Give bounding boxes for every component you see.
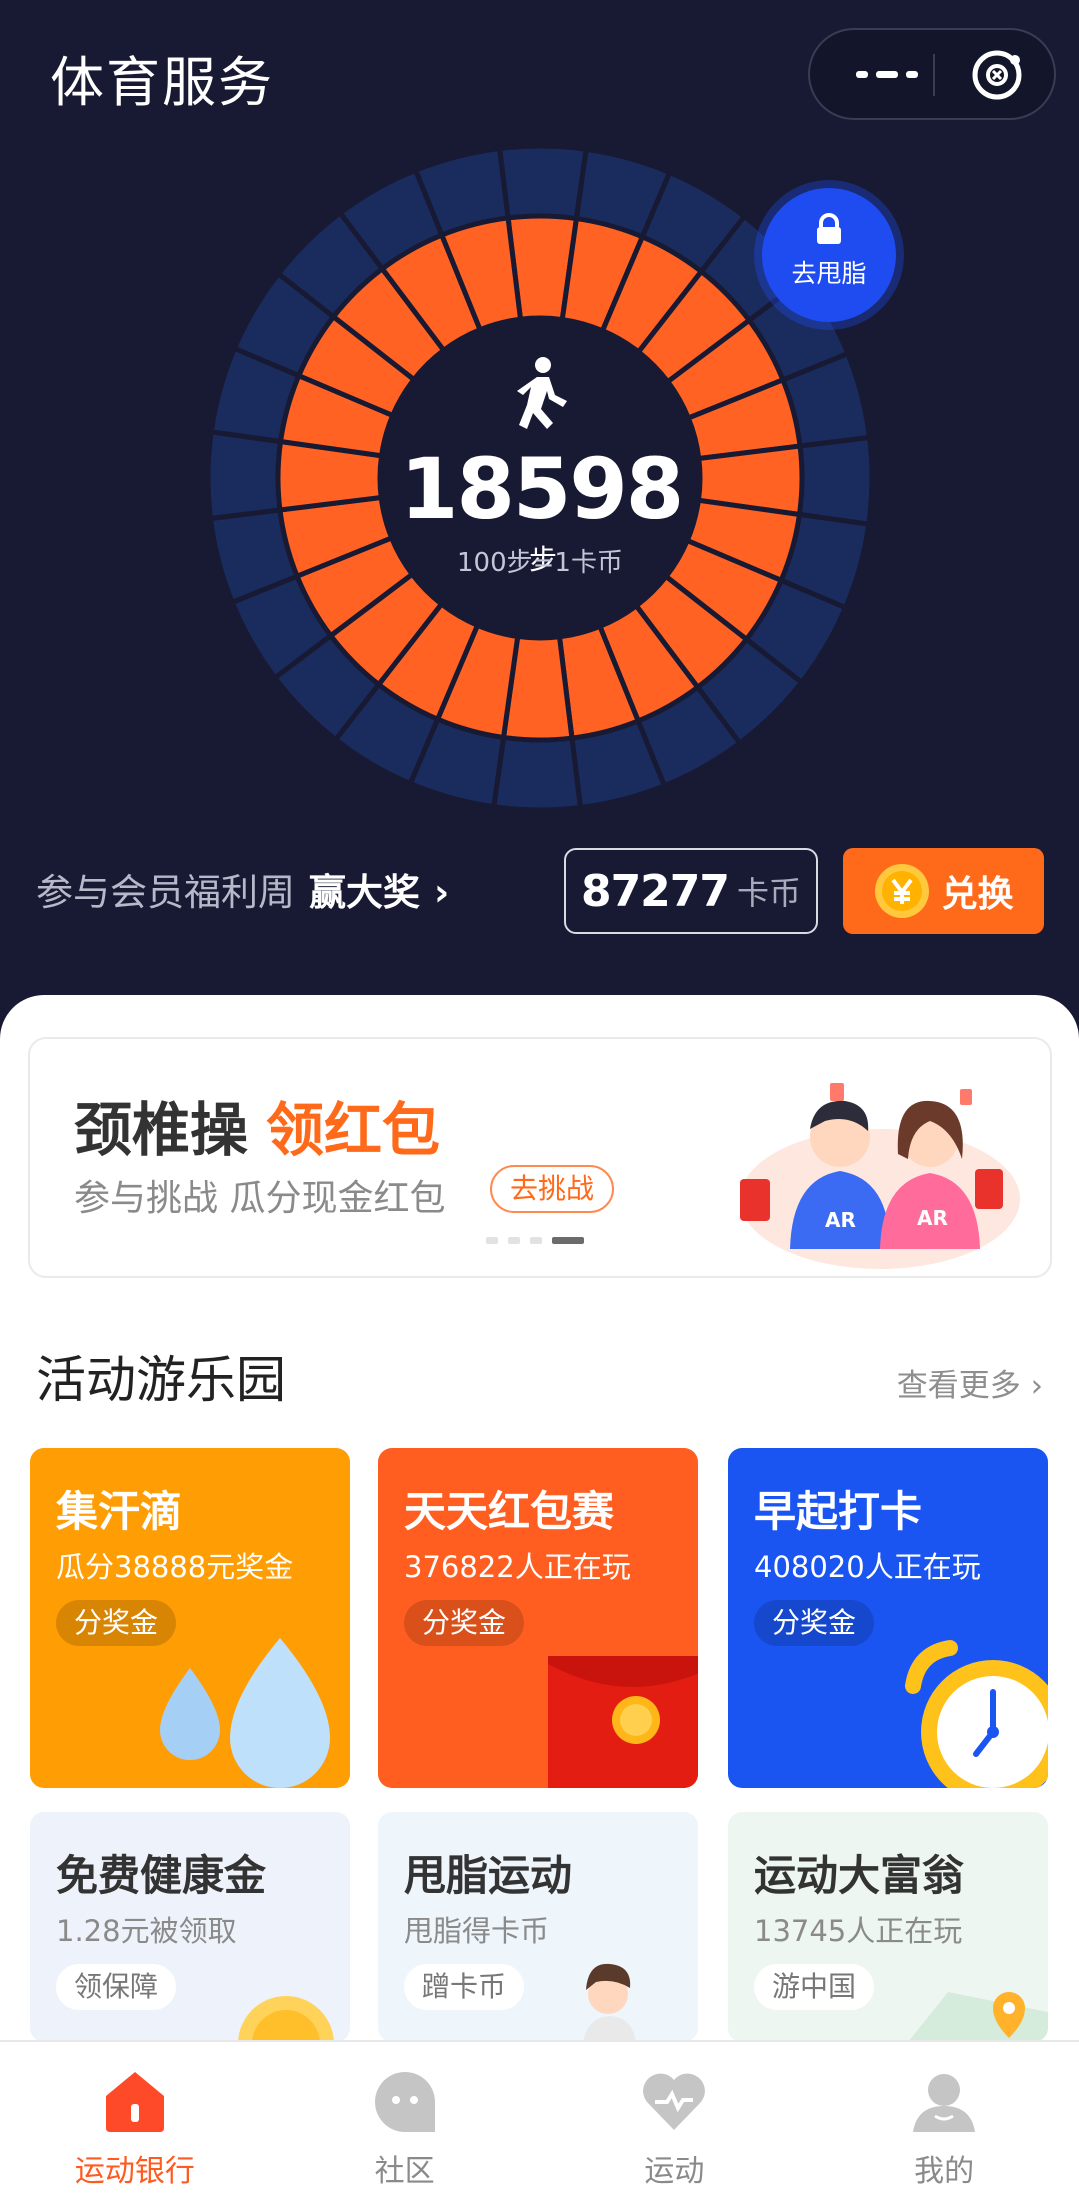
tab-label: 运动: [644, 2154, 705, 2189]
ring-outer-segment: [496, 143, 590, 226]
neck-exercise-banner[interactable]: 颈椎操 领红包 参与挑战 瓜分现金红包 去挑战 AR AR: [28, 1037, 1052, 1278]
card-sweat-drops[interactable]: 集汗滴 瓜分38888元奖金 分奖金: [30, 1448, 350, 1788]
capsule-divider: [933, 54, 935, 96]
member-week-link[interactable]: 参与会员福利周 赢大奖 ›: [36, 862, 449, 916]
go-burn-fat-button[interactable]: 去甩脂: [762, 188, 896, 322]
card-title: 免费健康金: [56, 1851, 267, 1900]
card-free-health-fund[interactable]: 免费健康金 1.28元被领取 领保障: [30, 1812, 350, 2042]
card-title: 运动大富翁: [754, 1851, 965, 1900]
tab-sport-bank[interactable]: 运动银行: [0, 2042, 270, 2198]
card-sport-monopoly[interactable]: 运动大富翁 13745人正在玩 游中国: [728, 1812, 1048, 2042]
member-week-text: 参与会员福利周: [36, 871, 295, 914]
card-daily-red-packet[interactable]: 天天红包赛 376822人正在玩 分奖金: [378, 1448, 698, 1788]
step-exchange-rate: 100步=1卡币: [457, 548, 623, 578]
tab-label: 运动银行: [74, 2154, 195, 2189]
svg-text:AR: AR: [917, 1206, 948, 1230]
card-title: 天天红包赛: [404, 1487, 615, 1536]
card-subtitle: 瓜分38888元奖金: [56, 1550, 294, 1584]
card-title: 甩脂运动: [404, 1851, 573, 1900]
ring-outer-segment: [205, 428, 288, 522]
card-tag: 领保障: [56, 1964, 177, 2010]
card-tag: 分奖金: [56, 1600, 177, 1646]
coin-yen-icon: [875, 864, 930, 918]
win-prize-text: 赢大奖: [309, 871, 420, 914]
mini-program-capsule: [808, 28, 1056, 120]
lock-icon: [817, 213, 841, 244]
banner-subtitle: 参与挑战 瓜分现金红包: [74, 1178, 446, 1219]
coin-balance-value: 87277: [580, 865, 730, 917]
bank-house-icon: [105, 2072, 164, 2132]
carousel-dot[interactable]: [530, 1237, 542, 1244]
step-count-value: 18598: [400, 440, 684, 538]
bottom-tab-bar: 运动银行 社区 运动 我的: [0, 2040, 1079, 2198]
card-subtitle: 1.28元被领取: [56, 1914, 237, 1948]
community-face-icon: [374, 2072, 435, 2132]
chevron-right-icon: ›: [434, 871, 450, 914]
card-tag: 蹭卡币: [404, 1964, 525, 2010]
carousel-dot[interactable]: [486, 1237, 498, 1244]
go-challenge-button[interactable]: 去挑战: [490, 1165, 615, 1213]
card-title: 集汗滴: [56, 1487, 183, 1536]
activity-park-title: 活动游乐园: [36, 1351, 286, 1409]
coin-balance[interactable]: 87277 卡币: [564, 848, 818, 934]
profile-icon: [913, 2074, 976, 2132]
exchange-label: 兑换: [941, 874, 1014, 915]
walking-person-icon: [517, 357, 567, 429]
page-title: 体育服务: [50, 51, 274, 114]
more-dots-icon[interactable]: [842, 30, 932, 118]
tab-community[interactable]: 社区: [270, 2042, 540, 2198]
banner-title-text: 颈椎操: [74, 1096, 249, 1164]
tab-sport[interactable]: 运动: [540, 2042, 810, 2198]
card-early-checkin[interactable]: 早起打卡 408020人正在玩 分奖金: [728, 1448, 1048, 1788]
svg-text:AR: AR: [825, 1208, 856, 1232]
close-circle-icon[interactable]: [970, 48, 1024, 102]
carousel-dot[interactable]: [508, 1237, 520, 1244]
exchange-button[interactable]: 兑换: [843, 848, 1044, 934]
coin-balance-unit: 卡币: [737, 874, 802, 912]
card-subtitle: 13745人正在玩: [754, 1914, 963, 1948]
banner-carousel-dots: [486, 1237, 584, 1244]
card-fat-burn-sport[interactable]: 甩脂运动 甩脂得卡币 蹭卡币: [378, 1812, 698, 2042]
tab-mine[interactable]: 我的: [809, 2042, 1079, 2198]
tab-label: 社区: [374, 2154, 435, 2189]
go-burn-fat-label: 去甩脂: [791, 259, 867, 288]
see-more-link[interactable]: 查看更多 ›: [897, 1360, 1043, 1405]
ring-outer-segment: [490, 730, 584, 813]
card-subtitle: 甩脂得卡币: [404, 1914, 550, 1948]
card-tag: 分奖金: [754, 1600, 875, 1646]
card-subtitle: 376822人正在玩: [404, 1550, 631, 1584]
tab-label: 我的: [914, 2154, 975, 2189]
banner-title-highlight: 领红包: [266, 1096, 441, 1164]
card-tag: 游中国: [754, 1964, 875, 2010]
banner-title: 颈椎操 领红包: [74, 1083, 440, 1167]
card-title: 早起打卡: [754, 1487, 923, 1536]
step-hero: 体育服务 18598步 100步=1卡币 去甩脂 参与会员福利周 赢大奖 › 872…: [0, 0, 1079, 1040]
ring-outer-segment: [792, 434, 875, 528]
heart-pulse-icon: [643, 2073, 706, 2130]
couple-illustration: AR AR: [740, 1083, 1020, 1269]
card-subtitle: 408020人正在玩: [754, 1550, 981, 1584]
card-tag: 分奖金: [404, 1600, 525, 1646]
carousel-dot-active[interactable]: [552, 1237, 584, 1244]
